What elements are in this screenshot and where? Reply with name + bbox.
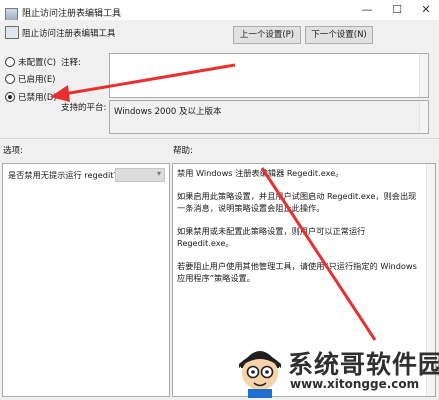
arrow-to-disabled <box>50 63 236 102</box>
watermark-url: www.xitongge.com <box>290 377 420 391</box>
watermark-text: 系统哥软件园 <box>288 350 439 379</box>
annotation-arrows <box>50 63 377 341</box>
arrow-through-help <box>260 167 377 341</box>
mascot-logo <box>239 351 281 398</box>
